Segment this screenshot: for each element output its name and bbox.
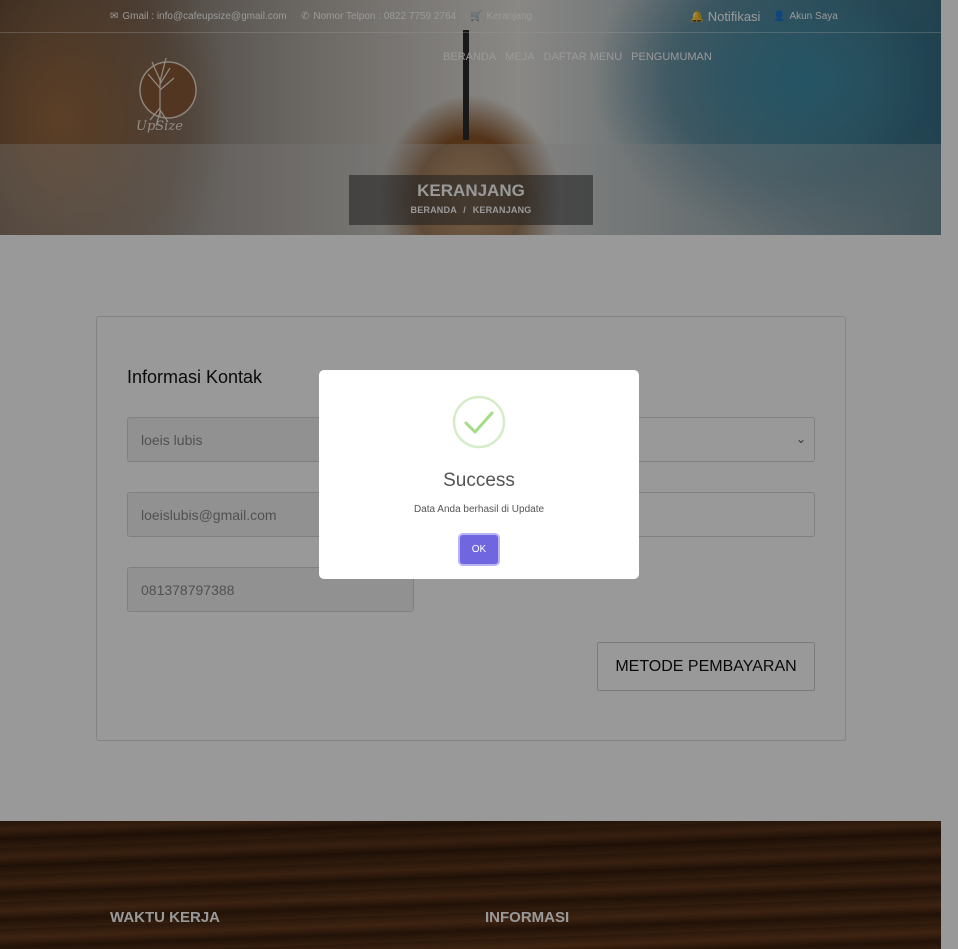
- dialog-message: Data Anda berhasil di Update: [413, 504, 545, 515]
- ok-button[interactable]: OK: [460, 535, 498, 564]
- success-check-icon: [452, 395, 506, 449]
- success-dialog: Success Data Anda berhasil di Update OK: [319, 370, 639, 579]
- dialog-title: Success: [443, 470, 515, 491]
